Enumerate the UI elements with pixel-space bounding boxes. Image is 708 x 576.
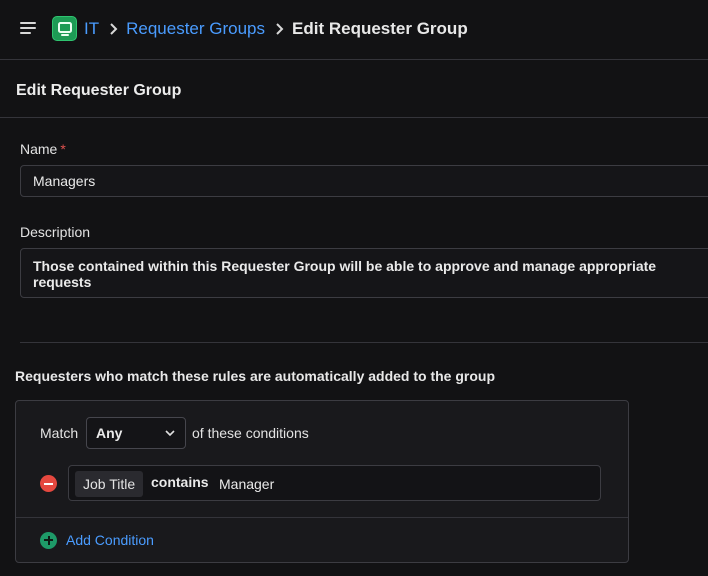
chevron-down-icon bbox=[165, 430, 175, 437]
condition-field[interactable]: Job Title bbox=[75, 471, 144, 497]
condition-row: Job Title contains Manager bbox=[68, 465, 601, 501]
match-suffix: of these conditions bbox=[192, 425, 309, 441]
breadcrumb-it[interactable]: IT bbox=[84, 19, 99, 39]
name-label-text: Name bbox=[20, 141, 58, 157]
name-field[interactable]: Managers bbox=[20, 165, 708, 197]
description-label: Description bbox=[20, 224, 91, 240]
page-title: Edit Requester Group bbox=[16, 82, 182, 99]
rules-title: Requesters who match these rules are aut… bbox=[15, 368, 496, 384]
chevron-right-icon bbox=[110, 23, 118, 35]
description-field[interactable]: Those contained within this Requester Gr… bbox=[20, 248, 708, 298]
remove-condition-icon[interactable] bbox=[40, 475, 57, 492]
divider bbox=[0, 117, 708, 118]
menu-icon[interactable] bbox=[20, 21, 36, 35]
divider bbox=[20, 342, 708, 343]
breadcrumb-current: Edit Requester Group bbox=[292, 19, 468, 38]
match-select[interactable]: Any bbox=[86, 417, 186, 449]
add-condition-label: Add Condition bbox=[66, 532, 154, 548]
divider bbox=[16, 517, 628, 518]
add-condition-button[interactable]: Add Condition bbox=[40, 531, 154, 549]
condition-value-input[interactable]: Manager bbox=[219, 476, 274, 492]
condition-operator[interactable]: contains bbox=[151, 474, 209, 490]
match-label: Match bbox=[40, 425, 79, 441]
breadcrumb-requester-groups[interactable]: Requester Groups bbox=[126, 19, 265, 39]
rules-panel: Match Any of these conditions Job Title … bbox=[15, 400, 629, 563]
monitor-icon[interactable] bbox=[52, 16, 77, 41]
required-marker: * bbox=[60, 141, 66, 157]
name-label: Name * bbox=[20, 141, 66, 157]
breadcrumb: IT Requester Groups Edit Requester Group bbox=[84, 18, 468, 40]
chevron-right-icon bbox=[276, 23, 284, 35]
plus-circle-icon bbox=[40, 531, 57, 549]
top-bar: IT Requester Groups Edit Requester Group bbox=[0, 0, 708, 60]
match-select-value: Any bbox=[96, 425, 123, 441]
